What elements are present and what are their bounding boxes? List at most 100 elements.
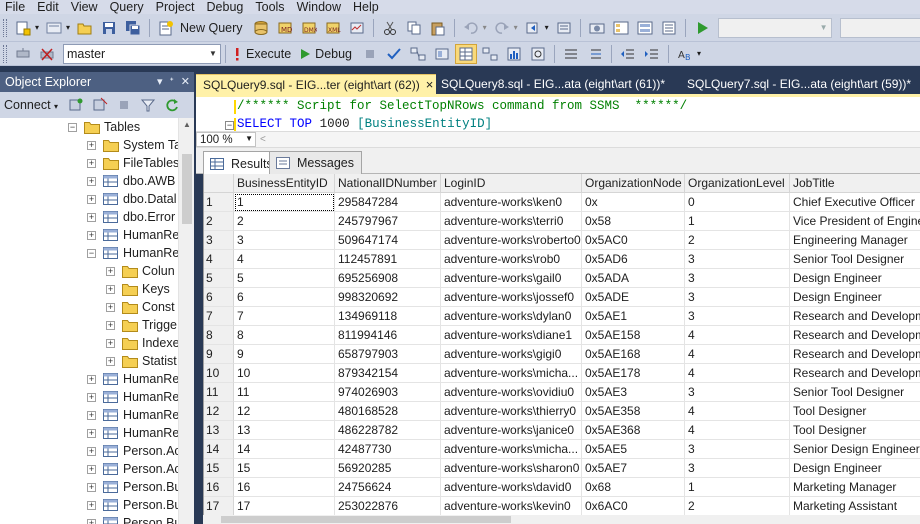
- chevron-down-icon[interactable]: ▾: [66, 23, 70, 32]
- navigate-forward-icon[interactable]: [553, 18, 575, 38]
- debug-icon[interactable]: [298, 44, 312, 64]
- grid-cell[interactable]: adventure-works\diane1: [441, 326, 582, 345]
- row-number[interactable]: 9: [204, 345, 234, 364]
- template-explorer-icon[interactable]: [634, 18, 656, 38]
- tree-node[interactable]: + Person.Bu: [87, 514, 178, 524]
- grid-cell[interactable]: 134969118: [335, 307, 441, 326]
- row-number[interactable]: 3: [204, 231, 234, 250]
- table-row[interactable]: 7 7 134969118 adventure-works\dylan0 0x5AE1 3…: [204, 307, 920, 326]
- disconnect-object-explorer-icon[interactable]: [89, 95, 111, 115]
- grid-cell[interactable]: 0x68: [582, 478, 685, 497]
- grid-cell[interactable]: adventure-works\dylan0: [441, 307, 582, 326]
- grid-cell[interactable]: 0x5AE368: [582, 421, 685, 440]
- chevron-down-icon[interactable]: ▾: [545, 23, 549, 32]
- column-header[interactable]: OrganizationLevel: [685, 174, 790, 193]
- grid-cell[interactable]: adventure-works\roberto0: [441, 231, 582, 250]
- grid-cell[interactable]: 486228782: [335, 421, 441, 440]
- tree-node[interactable]: + Keys: [106, 280, 170, 298]
- paste-icon[interactable]: [427, 18, 449, 38]
- grid-cell[interactable]: 3: [685, 383, 790, 402]
- grid-cell[interactable]: 509647174: [335, 231, 441, 250]
- column-header[interactable]: OrganizationNode: [582, 174, 685, 193]
- grid-cell[interactable]: Senior Design Engineer: [790, 440, 920, 459]
- grid-cell[interactable]: 17: [234, 497, 335, 516]
- grid-cell[interactable]: 0x5AE178: [582, 364, 685, 383]
- parse-icon[interactable]: [383, 44, 405, 64]
- grid-cell[interactable]: 974026903: [335, 383, 441, 402]
- grid-cell[interactable]: 0x5ADA: [582, 269, 685, 288]
- debug-button[interactable]: Debug: [315, 47, 352, 61]
- grid-cell[interactable]: adventure-works\janice0: [441, 421, 582, 440]
- specify-template-values-icon[interactable]: AB: [674, 44, 696, 64]
- zoom-dropdown[interactable]: 100 % ▼: [196, 132, 256, 147]
- table-row[interactable]: 3 3 509647174 adventure-works\roberto0 0x5AC…: [204, 231, 920, 250]
- navigate-backward-icon[interactable]: [522, 18, 544, 38]
- connect-dropdown[interactable]: Connect ▾: [4, 98, 58, 112]
- grid-cell[interactable]: 0x5AC0: [582, 231, 685, 250]
- expand-icon[interactable]: +: [87, 446, 96, 456]
- column-header[interactable]: LoginID: [441, 174, 582, 193]
- grid-cell[interactable]: 0x5AE3: [582, 383, 685, 402]
- include-actual-plan-icon[interactable]: [479, 44, 501, 64]
- table-row[interactable]: 13 13 486228782 adventure-works\janice0 0x5A…: [204, 421, 920, 440]
- expand-icon[interactable]: +: [106, 266, 115, 276]
- tree-node[interactable]: + dbo.Error: [87, 208, 175, 226]
- table-row[interactable]: 1 1 295847284 adventure-works\ken0 0x 0 Chief …: [204, 193, 920, 212]
- grid-cell[interactable]: Design Engineer: [790, 459, 920, 478]
- grid-cell[interactable]: 112457891: [335, 250, 441, 269]
- tree-node[interactable]: + System Ta: [87, 136, 178, 154]
- grid-cell[interactable]: 879342154: [335, 364, 441, 383]
- grid-cell[interactable]: 0: [685, 193, 790, 212]
- grid-cell[interactable]: 811994146: [335, 326, 441, 345]
- tree-node[interactable]: + Person.Ac: [87, 442, 178, 460]
- expand-icon[interactable]: +: [87, 428, 96, 438]
- grid-cell[interactable]: adventure-works\micha...: [441, 440, 582, 459]
- open-file-icon[interactable]: [74, 18, 96, 38]
- row-number[interactable]: 4: [204, 250, 234, 269]
- tree-node[interactable]: + HumanRe: [87, 424, 178, 442]
- dmx-query-icon[interactable]: DMX: [298, 18, 320, 38]
- grid-cell[interactable]: adventure-works\ken0: [441, 193, 582, 212]
- column-header[interactable]: NationalIDNumber: [335, 174, 441, 193]
- grid-cell[interactable]: 24756624: [335, 478, 441, 497]
- close-icon[interactable]: ×: [426, 77, 434, 92]
- tab-sqlquery9[interactable]: SQLQuery9.sql - EIG...ter (eight\art (62…: [196, 74, 436, 94]
- row-number[interactable]: 17: [204, 497, 234, 516]
- solution-configurations-dropdown[interactable]: ▼: [717, 17, 832, 38]
- grid-cell[interactable]: Tool Designer: [790, 421, 920, 440]
- grid-cell[interactable]: 2: [685, 497, 790, 516]
- grid-cell[interactable]: 3: [685, 288, 790, 307]
- grid-cell[interactable]: 16: [234, 478, 335, 497]
- tree-node[interactable]: + Person.Bu: [87, 496, 178, 514]
- table-row[interactable]: 5 5 695256908 adventure-works\gail0 0x5ADA 3 D…: [204, 269, 920, 288]
- grid-corner[interactable]: [204, 174, 234, 193]
- tree-node[interactable]: + FileTables: [87, 154, 178, 172]
- tree-node[interactable]: + HumanRe: [87, 406, 178, 424]
- expand-icon[interactable]: +: [87, 176, 96, 186]
- database-engine-query-icon[interactable]: [250, 18, 272, 38]
- execute-icon[interactable]: [231, 44, 243, 64]
- grid-cell[interactable]: adventure-works\david0: [441, 478, 582, 497]
- add-item-icon[interactable]: [43, 18, 65, 38]
- available-databases-dropdown[interactable]: master ▼: [63, 43, 221, 64]
- refresh-icon[interactable]: [161, 95, 183, 115]
- stop-icon[interactable]: [113, 95, 135, 115]
- cancel-query-icon[interactable]: [359, 44, 381, 64]
- grid-cell[interactable]: 1: [685, 478, 790, 497]
- cut-icon[interactable]: [379, 18, 401, 38]
- grid-cell[interactable]: 253022876: [335, 497, 441, 516]
- table-row[interactable]: 4 4 112457891 adventure-works\rob0 0x5AD6 3 Se…: [204, 250, 920, 269]
- client-statistics-icon[interactable]: [503, 44, 525, 64]
- grid-cell[interactable]: 4: [685, 402, 790, 421]
- tree-node[interactable]: + Person.Bu: [87, 478, 178, 496]
- grid-cell[interactable]: Research and Development Manager: [790, 364, 920, 383]
- grid-cell[interactable]: 15: [234, 459, 335, 478]
- grid-cell[interactable]: Chief Executive Officer: [790, 193, 920, 212]
- grid-cell[interactable]: 4: [685, 345, 790, 364]
- object-explorer-icon[interactable]: [610, 18, 632, 38]
- tab-sqlquery8[interactable]: SQLQuery8.sql - EIG...ata (eight\art (61…: [434, 74, 682, 94]
- grid-cell[interactable]: 480168528: [335, 402, 441, 421]
- object-explorer-scrollbar[interactable]: ▲: [178, 118, 194, 524]
- grid-cell[interactable]: 2: [685, 231, 790, 250]
- chevron-down-icon[interactable]: ▾: [697, 49, 701, 58]
